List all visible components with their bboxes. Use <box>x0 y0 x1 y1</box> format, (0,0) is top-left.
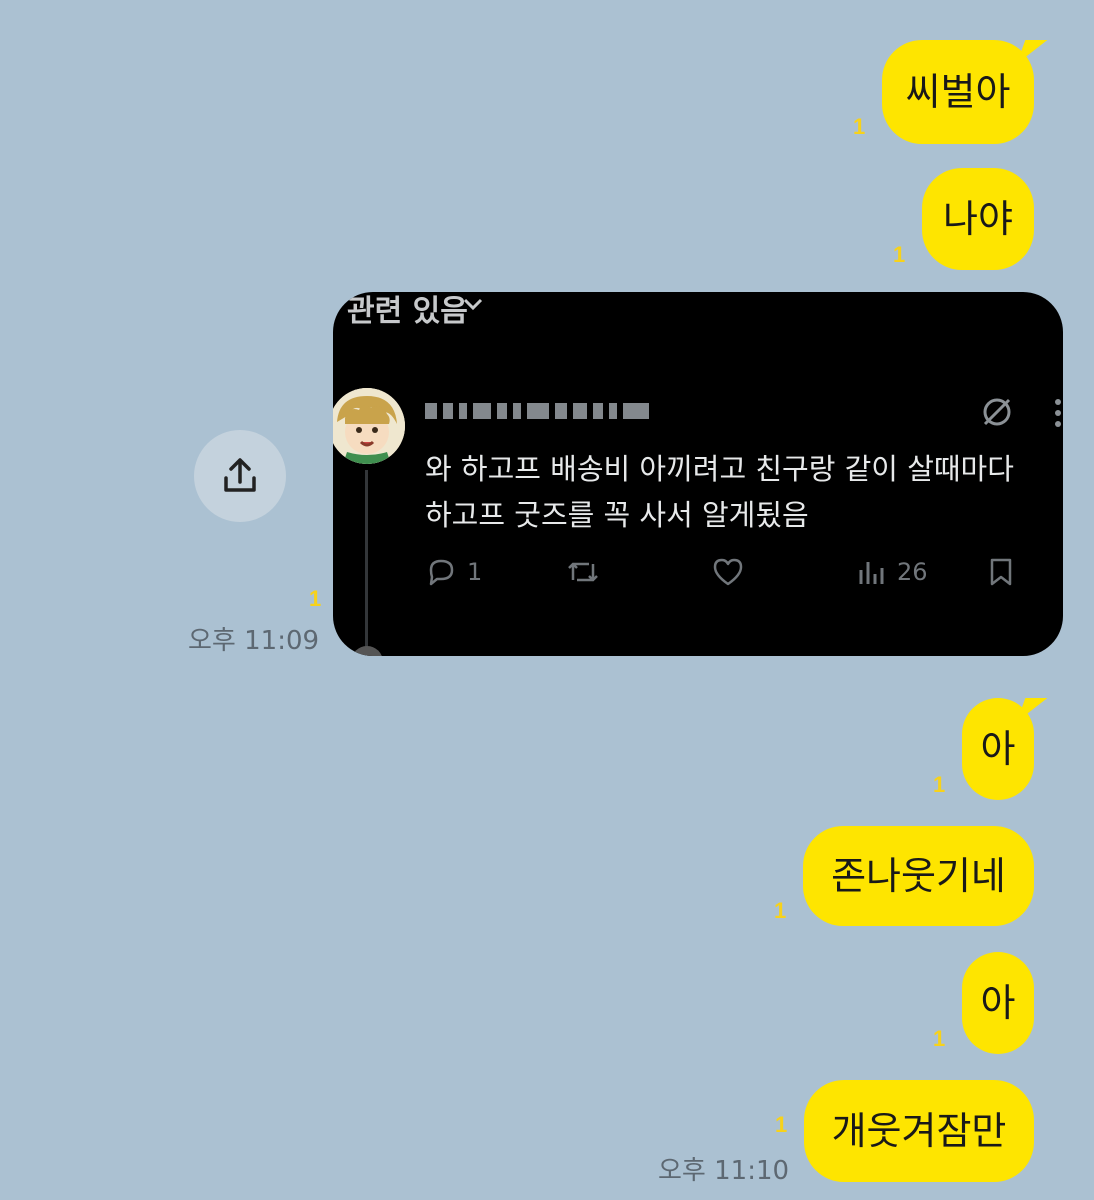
unread-count: 1 <box>933 1026 946 1051</box>
message-bubble[interactable]: 존나웃기네 <box>803 826 1034 926</box>
bookmark-action[interactable] <box>987 556 1015 588</box>
unread-count: 1 <box>893 242 906 267</box>
message-bubble[interactable]: 아 <box>962 698 1034 800</box>
post-actions: 1 26 <box>425 556 1063 596</box>
reply-count: 1 <box>467 558 483 586</box>
more-icon[interactable] <box>1053 396 1063 430</box>
unread-count: 1 <box>853 114 866 139</box>
message-bubble[interactable]: 나야 <box>922 168 1034 270</box>
like-icon <box>713 558 743 586</box>
retweet-icon <box>568 562 598 582</box>
retweet-action[interactable] <box>565 556 601 588</box>
message-text: 존나웃기네 <box>831 854 1006 898</box>
message-time: 오후 11:09 <box>188 626 320 656</box>
view-count: 26 <box>897 558 928 586</box>
post-header: 관련 있음 <box>347 294 468 329</box>
thread-line <box>365 470 368 656</box>
post-text-line: 와 하고프 배송비 아끼려고 친구랑 같이 살때마다 <box>425 452 1014 486</box>
message-text: 씨벌아 <box>905 70 1011 114</box>
unread-count: 1 <box>775 1112 788 1137</box>
like-action[interactable] <box>711 556 745 588</box>
bookmark-icon <box>990 558 1012 586</box>
shared-post-image[interactable]: 관련 있음 와 하고프 배송비 아끼려고 친구랑 같이 살때마다 하고프 굿즈를… <box>333 292 1063 656</box>
unread-count: 1 <box>933 772 946 797</box>
next-reply-avatar <box>352 646 382 656</box>
message-bubble[interactable]: 씨벌아 <box>882 40 1034 144</box>
mute-icon[interactable] <box>979 394 1015 430</box>
message-text: 개웃겨잠만 <box>831 1109 1007 1153</box>
reply-icon <box>429 559 454 586</box>
share-button[interactable] <box>194 430 286 522</box>
message-bubble[interactable]: 아 <box>962 952 1034 1054</box>
message-bubble[interactable]: 개웃겨잠만 <box>804 1080 1034 1182</box>
views-action[interactable]: 26 <box>857 556 928 588</box>
unread-count: 1 <box>309 586 322 611</box>
reply-action[interactable]: 1 <box>425 556 482 588</box>
post-text-line: 하고프 굿즈를 꼭 사서 알게됬음 <box>425 498 809 532</box>
message-text: 아 <box>980 727 1016 771</box>
blurred-username <box>425 400 655 424</box>
share-icon <box>224 458 256 492</box>
message-text: 아 <box>980 981 1016 1025</box>
chevron-down-icon <box>463 298 483 311</box>
message-time: 오후 11:10 <box>658 1156 790 1186</box>
message-text: 나야 <box>943 197 1013 241</box>
views-icon <box>859 562 884 584</box>
unread-count: 1 <box>774 898 787 923</box>
avatar <box>333 388 405 464</box>
